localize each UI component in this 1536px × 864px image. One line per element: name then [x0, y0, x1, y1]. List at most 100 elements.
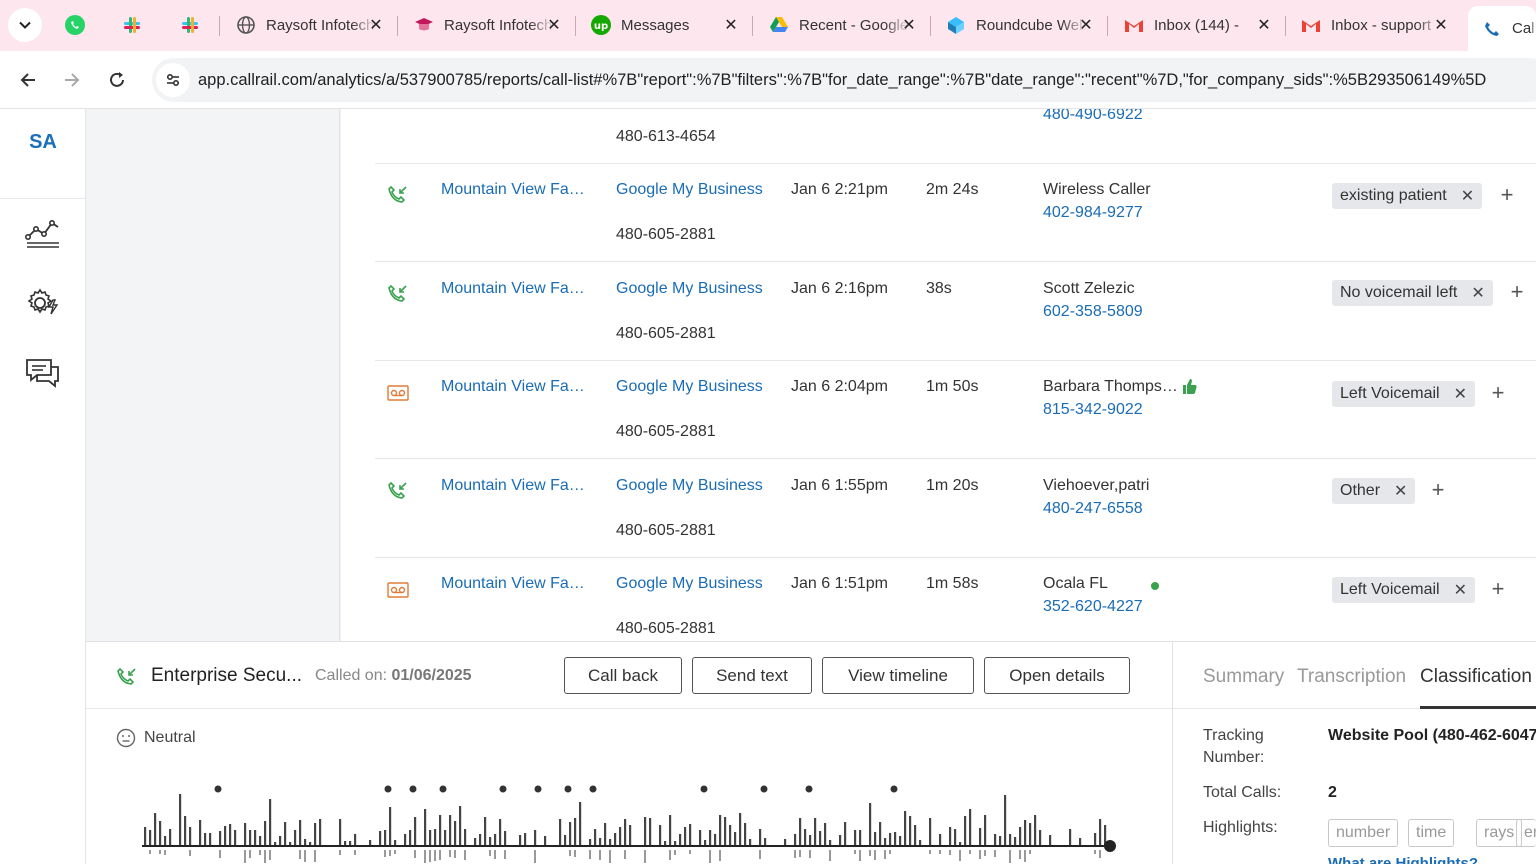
waveform-bar — [254, 830, 257, 846]
speaker-marker[interactable] — [214, 785, 222, 793]
speaker-marker[interactable] — [439, 785, 447, 793]
add-tag-button[interactable]: + — [1506, 279, 1528, 305]
speaker-marker[interactable] — [700, 785, 708, 793]
add-tag-button[interactable]: + — [1487, 576, 1509, 602]
forward-button[interactable] — [55, 63, 89, 97]
tab-roundcube[interactable]: Roundcube Webmail ✕ — [932, 6, 1102, 44]
tab-raysoft-2[interactable]: Raysoft Infotech ✕ — [400, 6, 570, 44]
speaker-marker[interactable] — [534, 785, 542, 793]
waveform-bar-secondary — [669, 850, 671, 860]
tab-google-drive[interactable]: Recent - Google Drive ✕ — [755, 6, 925, 44]
close-icon[interactable]: ✕ — [721, 15, 741, 35]
call-audio-waveform[interactable] — [142, 780, 1122, 864]
waveform-bar — [629, 825, 632, 846]
pinned-tab-whatsapp[interactable] — [55, 10, 95, 40]
table-row[interactable]: Mountain View Family Dental Google My Bu… — [375, 460, 1536, 558]
waveform-bar-secondary — [759, 850, 761, 859]
call-duration: 38s — [926, 280, 952, 297]
call-back-button[interactable]: Call back — [564, 657, 682, 694]
source-link[interactable]: Google My Business — [616, 378, 763, 396]
tab-summary[interactable]: Summary — [1203, 666, 1284, 688]
waveform-bar-secondary — [314, 850, 316, 862]
speaker-marker[interactable] — [589, 785, 597, 793]
remove-tag-icon[interactable]: ✕ — [1461, 186, 1474, 206]
table-row[interactable]: 480-613-4654 480-490-6922 — [375, 109, 1536, 164]
company-link[interactable]: Mountain View Family Dental — [441, 477, 591, 495]
company-link[interactable]: Mountain View Family Dental — [441, 280, 591, 298]
add-tag-button[interactable]: + — [1496, 182, 1518, 208]
table-row[interactable]: Mountain View Family Dental Google My Bu… — [375, 164, 1536, 262]
playhead-handle[interactable] — [1104, 840, 1116, 852]
thumbs-up-icon — [1183, 379, 1197, 394]
sidebar-item-settings[interactable] — [0, 268, 85, 338]
site-info-button[interactable] — [156, 63, 190, 97]
inbound-call-icon — [388, 284, 407, 302]
highlight-chip[interactable]: number — [1328, 819, 1399, 847]
table-row[interactable]: Mountain View Family Dental Google My Bu… — [375, 361, 1536, 459]
source-link[interactable]: Google My Business — [616, 280, 763, 298]
highlight-chip[interactable]: en — [1516, 819, 1536, 847]
tab-messages[interactable]: up Messages ✕ — [577, 6, 747, 44]
waveform-bar — [689, 824, 692, 846]
send-text-button[interactable]: Send text — [692, 657, 812, 694]
tab-search-button[interactable] — [8, 8, 42, 42]
waveform-bar — [1009, 834, 1012, 846]
company-link[interactable]: Mountain View Family Dental — [441, 181, 591, 199]
caller-number[interactable]: 815-342-9022 — [1043, 401, 1143, 419]
tab-gmail-inbox[interactable]: Inbox (144) - ✕ — [1110, 6, 1280, 44]
close-icon[interactable]: ✕ — [1431, 15, 1451, 35]
speaker-marker[interactable] — [890, 785, 898, 793]
source-link[interactable]: Google My Business — [616, 575, 763, 593]
pinned-tab-slack-2[interactable] — [170, 10, 210, 40]
account-logo[interactable]: SA — [0, 131, 86, 154]
company-link[interactable]: Mountain View Family Dental — [441, 575, 591, 593]
remove-tag-icon[interactable]: ✕ — [1454, 580, 1467, 600]
remove-tag-icon[interactable]: ✕ — [1394, 481, 1407, 501]
back-button[interactable] — [11, 63, 45, 97]
highlight-chip[interactable]: time — [1408, 819, 1455, 847]
caller-name: Barbara Thomps… — [1043, 378, 1178, 395]
caller-number[interactable]: 402-984-9277 — [1043, 204, 1143, 222]
close-icon[interactable]: ✕ — [1076, 15, 1096, 35]
table-row[interactable]: Mountain View Family Dental Google My Bu… — [375, 263, 1536, 361]
waveform-bar-secondary — [969, 850, 971, 854]
table-row[interactable]: Mountain View Family Dental Google My Bu… — [375, 558, 1536, 641]
close-icon[interactable]: ✕ — [899, 15, 919, 35]
what-are-highlights-link[interactable]: What are Highlights? — [1328, 855, 1536, 864]
view-timeline-button[interactable]: View timeline — [822, 657, 974, 694]
close-icon[interactable]: ✕ — [1254, 15, 1274, 35]
pinned-tab-slack-1[interactable] — [112, 10, 152, 40]
caller-number[interactable]: 352-620-4227 — [1043, 598, 1143, 616]
reload-button[interactable] — [100, 63, 134, 97]
speaker-marker[interactable] — [499, 785, 507, 793]
source-link[interactable]: Google My Business — [616, 477, 763, 495]
waveform-bar — [284, 822, 287, 846]
company-link[interactable]: Mountain View Family Dental — [441, 378, 591, 396]
caller-number[interactable]: 480-490-6922 — [1043, 109, 1143, 124]
open-details-button[interactable]: Open details — [984, 657, 1130, 694]
close-icon[interactable]: ✕ — [544, 15, 564, 35]
remove-tag-icon[interactable]: ✕ — [1471, 283, 1484, 303]
speaker-marker[interactable] — [384, 785, 392, 793]
address-bar[interactable]: app.callrail.com/analytics/a/537900785/r… — [152, 58, 1536, 102]
add-tag-button[interactable]: + — [1427, 477, 1449, 503]
speaker-marker[interactable] — [409, 785, 417, 793]
caller-number[interactable]: 480-247-6558 — [1043, 500, 1143, 518]
tab-gmail-support[interactable]: Inbox - support ✕ — [1287, 6, 1457, 44]
sidebar-item-conversations[interactable] — [0, 338, 85, 408]
add-tag-button[interactable]: + — [1487, 380, 1509, 406]
tab-classification[interactable]: Classification — [1420, 666, 1532, 688]
tab-callrail-active[interactable]: Call — [1468, 6, 1536, 51]
source-link[interactable]: Google My Business — [616, 181, 763, 199]
speaker-marker[interactable] — [564, 785, 572, 793]
close-icon[interactable]: ✕ — [366, 15, 386, 35]
speaker-marker[interactable] — [760, 785, 768, 793]
tab-raysoft-1[interactable]: Raysoft Infotech ✕ — [222, 6, 392, 44]
sidebar-item-analytics[interactable] — [0, 198, 85, 268]
waveform-bar — [559, 819, 562, 846]
tab-transcription[interactable]: Transcription — [1297, 666, 1406, 688]
remove-tag-icon[interactable]: ✕ — [1454, 384, 1467, 404]
waveform-bar-secondary — [339, 850, 341, 855]
caller-number[interactable]: 602-358-5809 — [1043, 303, 1143, 321]
speaker-marker[interactable] — [805, 785, 813, 793]
